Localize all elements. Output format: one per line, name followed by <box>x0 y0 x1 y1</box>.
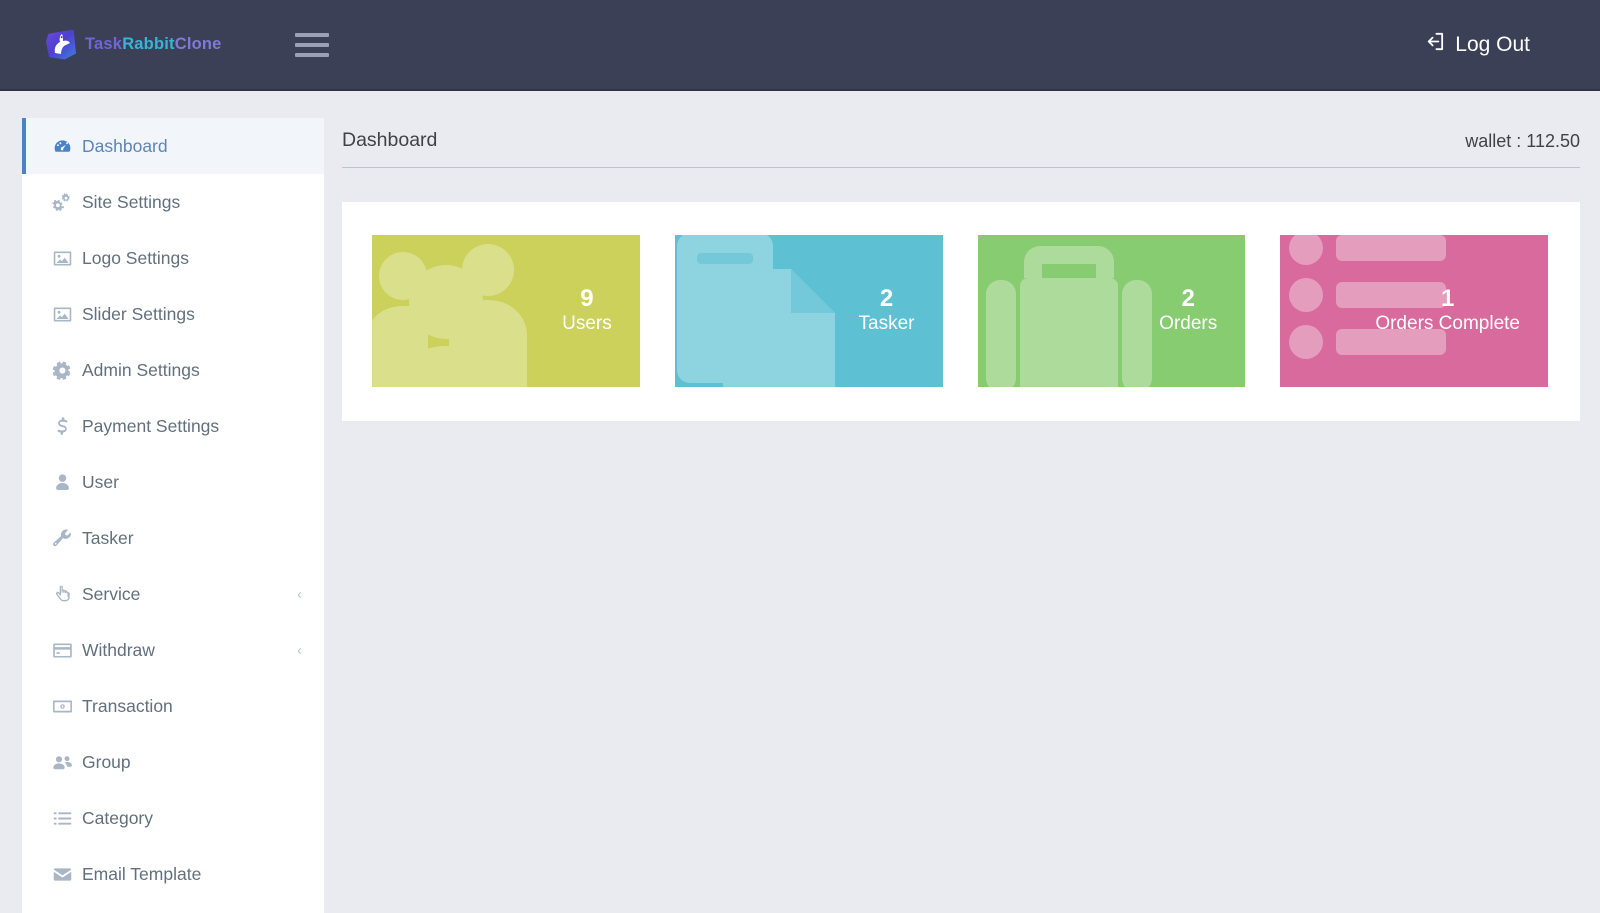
brand-name: TaskRabbitClone <box>85 35 222 54</box>
brand-word-3: Clone <box>174 35 222 53</box>
sidebar-item-service[interactable]: Service ‹ <box>22 566 324 622</box>
brand-word-2: Rabbit <box>122 35 175 53</box>
stat-card-orders-complete[interactable]: 1 Orders Complete <box>1280 235 1548 387</box>
hamburger-bar <box>294 42 329 47</box>
brand-logo-link[interactable]: TaskRabbitClone <box>46 29 222 60</box>
stats-panel: 9 Users 2 Tasker 2 Orders 1 Orders Complete <box>342 202 1580 421</box>
sidebar-item-label: Category <box>82 807 154 828</box>
copy-files-icon <box>675 235 858 387</box>
sidebar-item-email-template[interactable]: Email Template <box>22 846 324 902</box>
page-title: Dashboard <box>342 129 438 151</box>
sidebar-item-label: Logo Settings <box>82 247 190 268</box>
credit-card-icon <box>52 640 82 661</box>
cog-icon <box>52 360 82 381</box>
sidebar-item-label: Group <box>82 751 131 772</box>
sidebar-item-label: Payment Settings <box>82 415 220 436</box>
stat-label: Tasker <box>858 313 915 335</box>
sidebar-item-site-settings[interactable]: Site Settings <box>22 174 324 230</box>
stat-card-tasker[interactable]: 2 Tasker <box>674 235 943 387</box>
sidebar-navigation: Dashboard Site Settings Logo Settings Slide… <box>22 118 324 913</box>
cogs-icon <box>52 192 82 213</box>
sidebar-item-admin-settings[interactable]: Admin Settings <box>22 342 324 398</box>
sidebar-item-label: Transaction <box>82 695 173 716</box>
money-bill-icon <box>52 696 82 717</box>
stat-label: Orders <box>1159 313 1218 335</box>
content-header: Dashboard wallet : 112.50 <box>342 91 1580 168</box>
sidebar-item-label: Dashboard <box>82 135 168 156</box>
sidebar-item-label: Admin Settings <box>82 359 200 380</box>
stat-card-users[interactable]: 9 Users <box>372 235 640 387</box>
logout-label: Log Out <box>1455 32 1530 56</box>
stat-label: Orders Complete <box>1375 313 1520 335</box>
stat-value: 2 <box>1181 284 1195 312</box>
logout-button[interactable]: Log Out <box>1423 30 1530 59</box>
hamburger-bar <box>294 32 329 37</box>
stat-value: 9 <box>580 284 594 312</box>
chevron-left-icon[interactable]: ‹ <box>297 643 302 658</box>
sidebar-item-group[interactable]: Group <box>22 734 324 790</box>
sidebar-item-tasker[interactable]: Tasker <box>22 510 324 566</box>
main-content: Dashboard wallet : 112.50 9 Users 2 Tasker 2… <box>324 91 1600 913</box>
sidebar-item-transaction[interactable]: Transaction <box>22 678 324 734</box>
list-icon <box>52 808 82 829</box>
user-icon <box>52 472 82 493</box>
sidebar-item-label: Site Settings <box>82 191 181 212</box>
stat-card-orders[interactable]: 2 Orders <box>977 235 1246 387</box>
tachometer-icon <box>52 136 82 157</box>
users-group-icon <box>372 235 560 387</box>
stat-label: Users <box>562 313 612 335</box>
sidebar-item-withdraw[interactable]: Withdraw ‹ <box>22 622 324 678</box>
sidebar-item-label: Slider Settings <box>82 303 195 324</box>
users-icon <box>52 752 82 773</box>
sidebar-item-label: Service <box>82 583 141 604</box>
hamburger-bar <box>294 52 329 57</box>
hamburger-menu-icon[interactable] <box>294 28 329 62</box>
wrench-icon <box>52 528 82 549</box>
image-icon <box>52 248 82 269</box>
wallet-balance: wallet : 112.50 <box>1465 131 1580 151</box>
hand-pointer-icon <box>52 584 82 605</box>
sign-out-icon <box>1423 30 1446 59</box>
brand-word-1: Task <box>85 35 123 53</box>
stat-value: 2 <box>879 284 894 312</box>
sidebar-item-label: Withdraw <box>82 639 155 660</box>
sidebar-item-category[interactable]: Category <box>22 790 324 846</box>
sidebar-item-logo-settings[interactable]: Logo Settings <box>22 230 324 286</box>
envelope-icon <box>52 864 82 885</box>
image-icon <box>52 304 82 325</box>
sidebar-item-dashboard[interactable]: Dashboard <box>22 118 324 174</box>
top-header-bar: TaskRabbitClone Log Out <box>0 0 1600 91</box>
sidebar-item-label: Tasker <box>82 527 134 548</box>
sidebar-item-user[interactable]: User <box>22 454 324 510</box>
sidebar-item-slider-settings[interactable]: Slider Settings <box>22 286 324 342</box>
sidebar-item-label: Email Template <box>82 863 202 884</box>
stat-value: 1 <box>1440 284 1455 312</box>
rabbit-logo-icon <box>46 29 76 60</box>
sidebar-item-label: User <box>82 471 119 492</box>
dollar-sign-icon <box>52 416 82 437</box>
chevron-left-icon[interactable]: ‹ <box>297 587 302 602</box>
sidebar-item-payment-settings[interactable]: Payment Settings <box>22 398 324 454</box>
briefcase-icon <box>982 235 1157 387</box>
